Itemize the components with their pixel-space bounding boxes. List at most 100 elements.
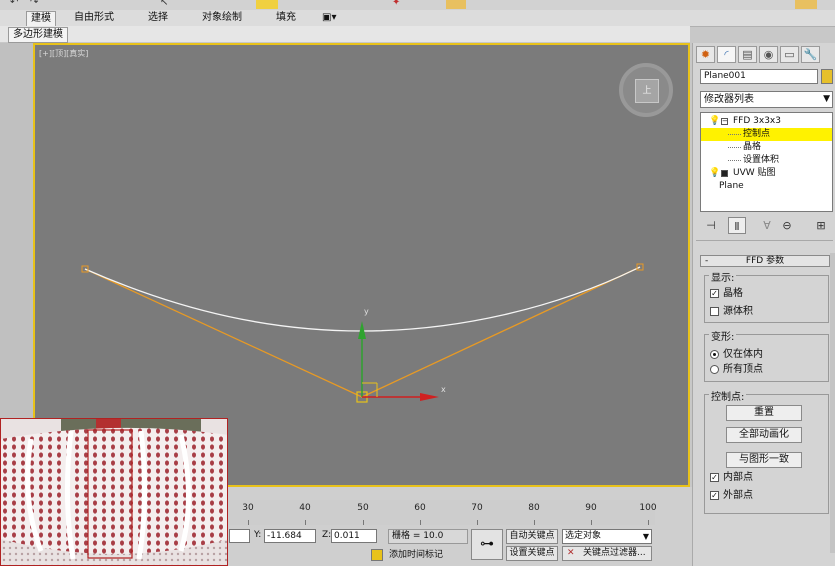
pin-stack-icon[interactable]: ⊣ xyxy=(702,217,720,234)
source-volume-checkbox[interactable]: 源体积 xyxy=(710,306,753,318)
option-label: 源体积 xyxy=(723,306,753,317)
ribbon-panel xyxy=(0,26,690,42)
option-label: 所有顶点 xyxy=(723,364,763,375)
tick-mark xyxy=(534,520,535,525)
tab-selection[interactable]: 选择 xyxy=(144,11,172,25)
collapse-icon[interactable]: − xyxy=(721,118,728,125)
group-title: 控制点: xyxy=(709,388,747,403)
inside-volume-radio[interactable]: 仅在体内 xyxy=(710,349,763,361)
command-panel-scrollbar[interactable] xyxy=(830,253,835,553)
ffd-params-rollout-header[interactable]: - FFD 参数 xyxy=(700,255,830,267)
render-icon[interactable] xyxy=(795,0,817,9)
snap-icon[interactable]: ✦ xyxy=(392,0,400,8)
undo-icon[interactable]: ↶ xyxy=(10,0,18,8)
auto-key-button[interactable]: 自动关键点 xyxy=(506,529,558,544)
tick-mark xyxy=(420,520,421,525)
plane-curve xyxy=(84,266,641,332)
make-unique-icon[interactable]: ∀ xyxy=(758,217,776,234)
outside-points-checkbox[interactable]: ✓ 外部点 xyxy=(710,490,753,502)
remove-modifier-icon[interactable]: ⊖ xyxy=(778,217,796,234)
y-coordinate-field[interactable]: -11.684 xyxy=(264,529,316,543)
reference-photo-image xyxy=(1,419,227,565)
modifier-list-dropdown[interactable]: 修改器列表 ▼ xyxy=(700,91,833,108)
lattice-checkbox[interactable]: ✓ 晶格 xyxy=(710,288,743,300)
tab-modeling[interactable]: 建模 xyxy=(26,11,56,26)
lightbulb-icon[interactable]: 💡 xyxy=(709,115,720,128)
subtab-polygon-modeling[interactable]: 多边形建模 xyxy=(8,27,68,43)
tab-freeform[interactable]: 自由形式 xyxy=(70,11,118,25)
lightbulb-icon[interactable]: 💡 xyxy=(709,167,720,180)
configure-sets-icon[interactable]: ⊞ xyxy=(812,217,830,234)
radio-selected-icon xyxy=(710,350,719,359)
key-icon[interactable]: ⊶ xyxy=(471,529,503,560)
redo-icon[interactable]: ↷ xyxy=(30,0,38,8)
stack-item-ffd[interactable]: 💡 − FFD 3x3x3 xyxy=(701,115,832,128)
stack-item-control-points[interactable]: 控制点 xyxy=(701,128,832,141)
utilities-tab-icon[interactable]: 🔧 xyxy=(801,46,820,63)
animate-all-button[interactable]: 全部动画化 xyxy=(726,427,802,443)
select-icon[interactable]: ↖ xyxy=(160,0,168,8)
divider xyxy=(696,240,833,241)
ribbon-tabs: 建模 自由形式 选择 对象绘制 填充 ▣▾ xyxy=(0,10,835,27)
chevron-down-icon: ▼ xyxy=(823,94,830,104)
object-color-swatch[interactable] xyxy=(821,69,833,84)
stack-toolbar: ⊣ Ⅱ ∀ ⊖ ⊞ xyxy=(700,217,833,235)
stack-item-lattice[interactable]: 晶格 xyxy=(701,141,832,154)
checkbox-checked-icon: ✓ xyxy=(710,289,719,298)
x-coordinate-field[interactable] xyxy=(229,529,250,543)
checkbox-unchecked-icon xyxy=(710,307,719,316)
x-axis-arrow xyxy=(420,393,439,401)
tab-object-paint[interactable]: 对象绘制 xyxy=(198,11,246,25)
create-tab-icon[interactable]: ✹ xyxy=(696,46,715,63)
expand-icon[interactable] xyxy=(721,170,728,177)
select-region-icon[interactable] xyxy=(256,0,278,9)
stack-item-set-volume[interactable]: 设置体积 xyxy=(701,154,832,167)
tick-mark xyxy=(477,520,478,525)
radio-unselected-icon xyxy=(710,365,719,374)
z-coordinate-field[interactable]: 0.011 xyxy=(331,529,377,543)
key-filters-button[interactable]: ✕ 关键点过滤器... xyxy=(562,546,652,561)
collapse-icon: - xyxy=(705,256,709,266)
stack-item-plane[interactable]: Plane xyxy=(701,180,832,193)
inside-points-checkbox[interactable]: ✓ 内部点 xyxy=(710,472,753,484)
all-vertices-radio[interactable]: 所有顶点 xyxy=(710,364,763,376)
x-axis-label: x xyxy=(441,385,446,394)
tree-line xyxy=(728,147,741,148)
z-coordinate-label: Z: xyxy=(322,530,332,540)
modifier-list-label: 修改器列表 xyxy=(704,94,754,105)
stack-item-uvw-map[interactable]: 💡 UVW 贴图 xyxy=(701,167,832,180)
stack-item-label: UVW 贴图 xyxy=(733,168,776,178)
object-name-input[interactable]: Plane001 xyxy=(700,69,818,84)
modify-tab-icon[interactable]: ◜ xyxy=(717,46,736,63)
tab-populate[interactable]: 填充 xyxy=(272,11,300,25)
key-filters-label: 关键点过滤器... xyxy=(583,548,646,558)
tick-label: 40 xyxy=(299,503,311,513)
tick-mark xyxy=(305,520,306,525)
selection-set-value: 选定对象 xyxy=(565,531,602,541)
show-end-result-icon[interactable]: Ⅱ xyxy=(728,217,746,234)
display-tab-icon[interactable]: ▭ xyxy=(780,46,799,63)
group-title: 显示: xyxy=(709,269,737,284)
conform-to-shape-button[interactable]: 与图形一致 xyxy=(726,452,802,468)
deform-group: 变形: 仅在体内 所有顶点 xyxy=(704,328,829,382)
add-time-tag-button[interactable]: 添加时间标记 xyxy=(369,548,465,563)
tick-mark xyxy=(591,520,592,525)
time-ruler[interactable]: 30 40 50 60 70 80 90 100 xyxy=(229,500,657,525)
selection-set-dropdown[interactable]: 选定对象 ▼ xyxy=(562,529,652,544)
checkbox-checked-icon: ✓ xyxy=(710,473,719,482)
hierarchy-tab-icon[interactable]: ▤ xyxy=(738,46,757,63)
tree-line xyxy=(728,134,741,135)
y-axis-arrow xyxy=(358,321,366,339)
tick-label: 100 xyxy=(639,503,657,513)
reset-button[interactable]: 重置 xyxy=(726,405,802,421)
motion-tab-icon[interactable]: ◉ xyxy=(759,46,778,63)
stack-item-label: 晶格 xyxy=(743,142,762,152)
option-label: 晶格 xyxy=(723,288,743,299)
stack-item-label: 设置体积 xyxy=(743,155,780,165)
rollout-title: FFD 参数 xyxy=(745,256,785,266)
reference-photo xyxy=(0,418,228,566)
set-key-button[interactable]: 设置关键点 xyxy=(506,546,558,561)
y-coordinate-label: Y: xyxy=(254,530,262,540)
ribbon-options-icon[interactable]: ▣▾ xyxy=(318,11,340,25)
named-selection-icon[interactable] xyxy=(446,0,466,9)
